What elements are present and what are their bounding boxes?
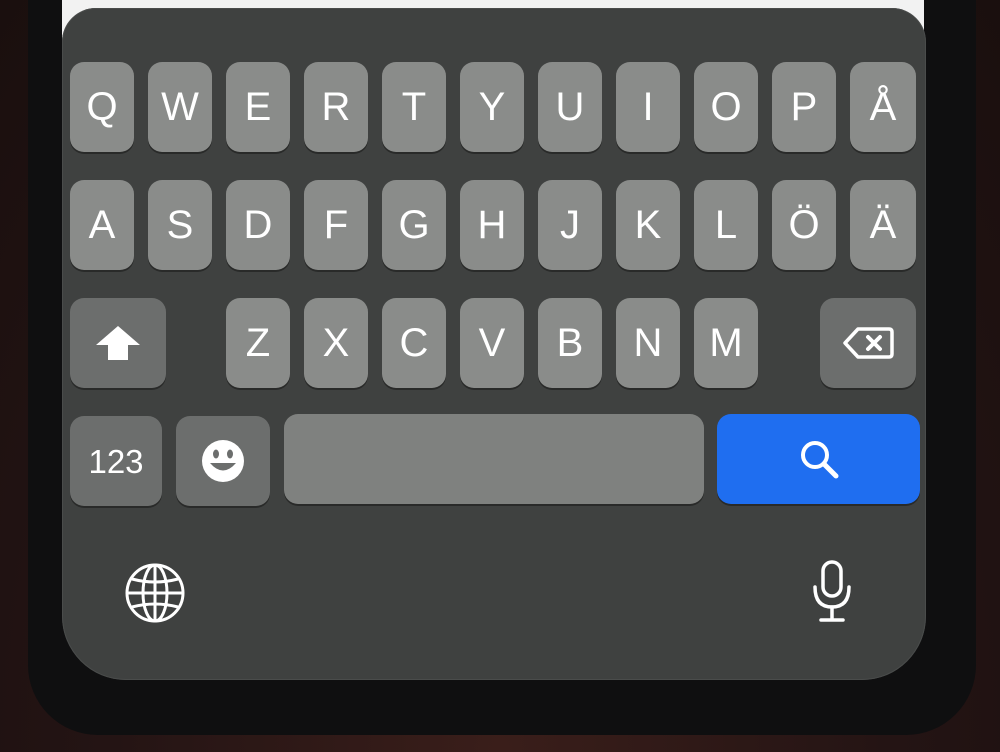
numbers-key[interactable]: 123 (70, 416, 162, 506)
backspace-icon (842, 326, 894, 360)
key-label: R (321, 85, 351, 129)
key-label: L (714, 203, 738, 247)
key-d[interactable]: D (226, 180, 290, 270)
emoji-face-icon (200, 438, 246, 484)
key-label: F (323, 203, 349, 247)
key-e[interactable]: E (226, 62, 290, 152)
key-k[interactable]: K (616, 180, 680, 270)
key-u[interactable]: U (538, 62, 602, 152)
key-label: D (243, 203, 273, 247)
key-t[interactable]: T (382, 62, 446, 152)
shift-arrow-icon (93, 323, 143, 363)
key-label: E (244, 85, 272, 129)
key-a-ring[interactable]: Å (850, 62, 916, 152)
microphone-icon[interactable] (804, 556, 860, 628)
shift-key[interactable] (70, 298, 166, 388)
key-x[interactable]: X (304, 298, 368, 388)
key-b[interactable]: B (538, 298, 602, 388)
key-label: V (478, 321, 506, 365)
key-label: N (633, 321, 663, 365)
key-label: T (401, 85, 427, 129)
key-y[interactable]: Y (460, 62, 524, 152)
globe-icon[interactable] (122, 560, 188, 626)
key-a-umlaut[interactable]: Ä (850, 180, 916, 270)
backspace-key[interactable] (820, 298, 916, 388)
key-label: G (398, 203, 430, 247)
search-icon (797, 437, 841, 481)
key-w[interactable]: W (148, 62, 212, 152)
key-label: U (555, 85, 585, 129)
key-label: I (642, 85, 654, 129)
key-g[interactable]: G (382, 180, 446, 270)
key-label: Ö (788, 203, 820, 247)
key-o[interactable]: O (694, 62, 758, 152)
key-label: Y (478, 85, 506, 129)
key-c[interactable]: C (382, 298, 446, 388)
key-v[interactable]: V (460, 298, 524, 388)
key-label: Z (245, 321, 271, 365)
space-bar[interactable] (284, 414, 704, 504)
key-m[interactable]: M (694, 298, 758, 388)
key-label: O (710, 85, 742, 129)
search-key[interactable] (717, 414, 920, 504)
key-label: K (634, 203, 662, 247)
on-screen-keyboard: Q W E R T Y U I O P Å A S D F G H J K L … (62, 8, 926, 680)
key-z[interactable]: Z (226, 298, 290, 388)
key-a[interactable]: A (70, 180, 134, 270)
key-label: P (790, 85, 818, 129)
key-label: H (477, 203, 507, 247)
key-label: S (166, 203, 194, 247)
key-l[interactable]: L (694, 180, 758, 270)
numbers-key-label: 123 (88, 442, 144, 480)
key-s[interactable]: S (148, 180, 212, 270)
key-f[interactable]: F (304, 180, 368, 270)
key-label: J (560, 203, 580, 247)
key-label: C (399, 321, 429, 365)
key-p[interactable]: P (772, 62, 836, 152)
key-label: X (322, 321, 350, 365)
emoji-key[interactable] (176, 416, 270, 506)
key-label: M (709, 321, 743, 365)
key-r[interactable]: R (304, 62, 368, 152)
key-label: A (88, 203, 116, 247)
key-j[interactable]: J (538, 180, 602, 270)
key-q[interactable]: Q (70, 62, 134, 152)
key-i[interactable]: I (616, 62, 680, 152)
key-label: Q (86, 85, 118, 129)
key-h[interactable]: H (460, 180, 524, 270)
key-label: B (556, 321, 584, 365)
key-n[interactable]: N (616, 298, 680, 388)
key-label: Å (869, 85, 897, 129)
key-label: Ä (869, 203, 897, 247)
key-o-umlaut[interactable]: Ö (772, 180, 836, 270)
key-label: W (161, 85, 199, 129)
